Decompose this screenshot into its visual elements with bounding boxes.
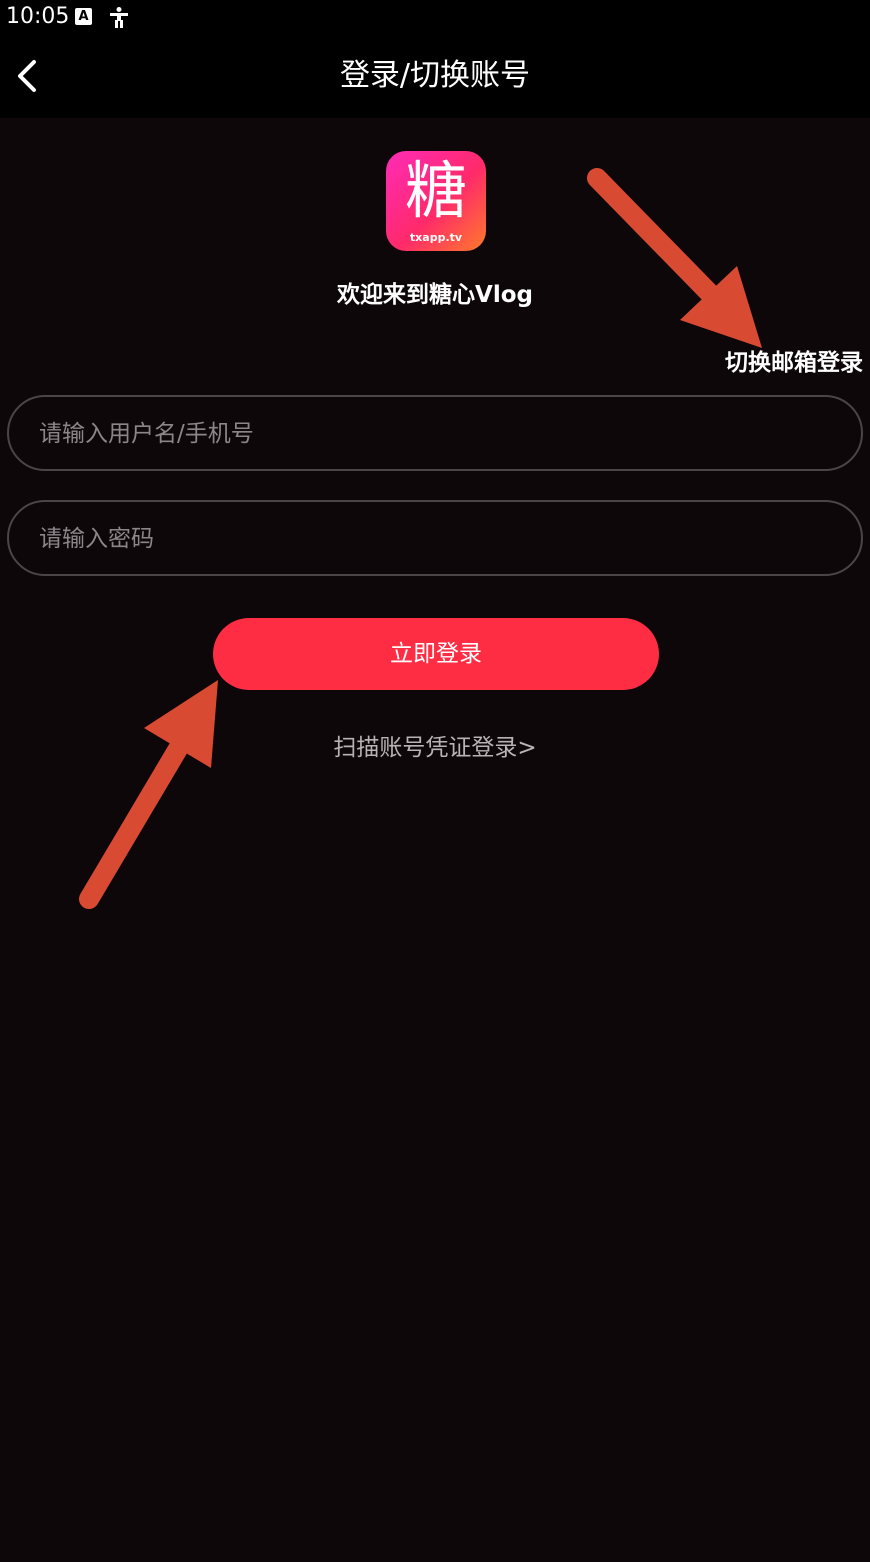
login-button[interactable]: 立即登录 <box>213 618 659 690</box>
username-field-container <box>7 395 863 471</box>
page-title: 登录/切换账号 <box>339 58 531 93</box>
a-badge-icon: A <box>75 8 92 25</box>
welcome-text: 欢迎来到糖心Vlog <box>337 282 533 308</box>
scan-credential-login-link[interactable]: 扫描账号凭证登录> <box>0 728 870 762</box>
annotation-arrow-top <box>587 168 762 348</box>
logo-char: 糖 <box>404 154 467 227</box>
header: 登录/切换账号 <box>0 34 870 118</box>
status-bar: 10:05 A <box>0 0 870 34</box>
username-input[interactable] <box>37 397 841 471</box>
annotation-arrow-bottom <box>79 680 218 909</box>
switch-email-login-link[interactable]: 切换邮箱登录 <box>725 343 863 377</box>
logo-subtitle: txapp.tv <box>409 231 463 244</box>
password-field-container <box>7 500 863 576</box>
accessibility-icon <box>110 7 128 28</box>
app-logo: 糖 txapp.tv <box>386 151 486 251</box>
status-time: 10:05 <box>6 4 70 29</box>
password-input[interactable] <box>37 502 841 576</box>
